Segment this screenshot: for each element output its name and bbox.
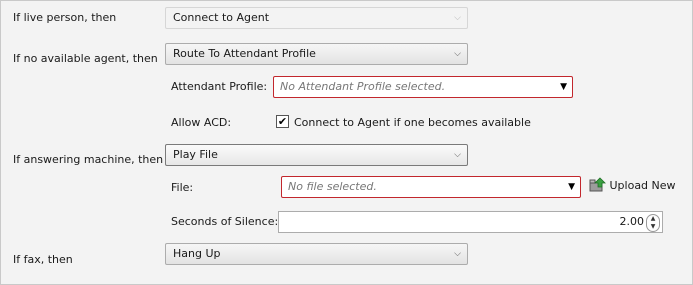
allow-acd-checkbox-label[interactable]: Connect to Agent if one becomes availabl… — [294, 116, 531, 130]
caret-down-icon[interactable]: ▼ — [647, 223, 659, 230]
allow-acd-label: Allow ACD: — [171, 116, 232, 129]
answering-machine-label: If answering machine, then — [13, 153, 164, 166]
fax-label: If fax, then — [13, 253, 73, 266]
answering-machine-value: Play File — [173, 148, 218, 161]
attendant-profile-label: Attendant Profile: — [171, 80, 268, 93]
allow-acd-checkbox[interactable]: ✔ — [276, 115, 289, 128]
chevron-down-icon: ⌵ — [454, 150, 461, 160]
upload-new-button[interactable]: Upload New — [589, 177, 676, 193]
file-dropdown[interactable]: No file selected. ▼ — [281, 176, 581, 198]
file-label: File: — [171, 181, 194, 194]
chevron-down-icon: ⌵ — [454, 49, 461, 59]
fax-value: Hang Up — [173, 247, 221, 260]
seconds-of-silence-label: Seconds of Silence: — [171, 215, 279, 228]
triangle-down-icon: ▼ — [560, 82, 567, 92]
chevron-down-icon: ⌵ — [454, 249, 461, 259]
chevron-down-icon: ⌵ — [454, 13, 461, 23]
live-person-label: If live person, then — [13, 11, 117, 24]
upload-folder-icon — [589, 177, 606, 192]
upload-new-label: Upload New — [609, 179, 676, 192]
no-agent-value: Route To Attendant Profile — [173, 47, 316, 60]
answering-machine-dropdown[interactable]: Play File ⌵ — [165, 144, 468, 166]
file-placeholder: No file selected. — [288, 180, 377, 193]
seconds-of-silence-stepper[interactable]: 2.00 ▲ ▼ — [278, 211, 663, 233]
seconds-of-silence-value: 2.00 — [619, 215, 645, 228]
no-agent-dropdown[interactable]: Route To Attendant Profile ⌵ — [165, 43, 468, 65]
triangle-down-icon: ▼ — [568, 182, 575, 192]
caret-up-icon[interactable]: ▲ — [647, 215, 659, 222]
no-agent-label: If no available agent, then — [13, 52, 158, 65]
attendant-profile-dropdown[interactable]: No Attendant Profile selected. ▼ — [273, 76, 573, 98]
checkmark-icon: ✔ — [277, 115, 288, 128]
fax-dropdown[interactable]: Hang Up ⌵ — [165, 243, 468, 265]
live-person-value: Connect to Agent — [173, 11, 270, 24]
spin-buttons[interactable]: ▲ ▼ — [646, 214, 660, 232]
live-person-dropdown[interactable]: Connect to Agent ⌵ — [165, 7, 468, 29]
call-outcome-settings-panel: If live person, then Connect to Agent ⌵ … — [0, 0, 693, 285]
attendant-profile-placeholder: No Attendant Profile selected. — [280, 80, 446, 93]
